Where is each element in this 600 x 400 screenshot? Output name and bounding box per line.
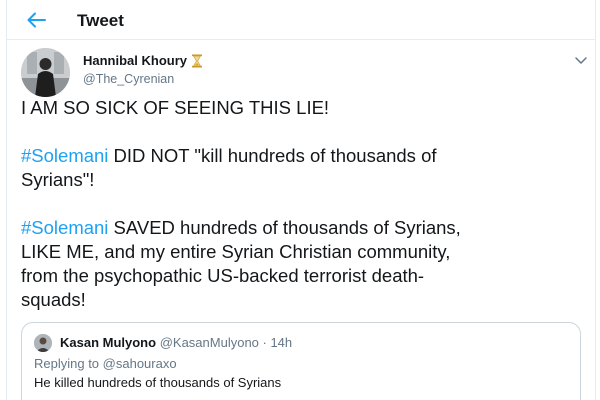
quoted-author-handle-time: @KasanMulyono · 14h (159, 335, 293, 350)
back-button[interactable] (21, 6, 51, 34)
avatar[interactable] (21, 48, 70, 97)
author-handle[interactable]: @The_Cyrenian (83, 72, 203, 86)
tweet-author: Hannibal Khoury @The_Cyrenian (83, 53, 203, 86)
tweet-line: #Solemani DID NOT "kill hundreds of thou… (21, 144, 586, 168)
avatar-image (21, 48, 70, 97)
tweet-line-text: SAVED hundreds of thousands of Syrians, (108, 217, 461, 238)
page-title: Tweet (77, 11, 124, 30)
hourglass-icon (192, 54, 203, 67)
chevron-down-icon[interactable] (573, 54, 589, 66)
quoted-author-name: Kasan Mulyono (60, 335, 157, 350)
replying-label: Replying to (34, 356, 100, 371)
tweet-line: #Solemani SAVED hundreds of thousands of… (21, 216, 586, 240)
tweet-text: I AM SO SICK OF SEEING THIS LIE! #Solema… (21, 96, 586, 312)
author-name[interactable]: Hannibal Khoury (83, 53, 187, 68)
quoted-avatar (34, 334, 52, 352)
quoted-replying-to: Replying to @sahouraxo (34, 356, 177, 371)
hashtag-link[interactable]: #Solemani (21, 217, 108, 238)
tweet-line: Syrians"! (21, 169, 95, 190)
tweet-line: LIKE ME, and my entire Syrian Christian … (21, 241, 451, 262)
arrow-left-icon (27, 12, 46, 28)
quoted-tweet-text: He killed hundreds of thousands of Syria… (34, 375, 282, 390)
tweet-header: Tweet (7, 0, 595, 40)
tweet-line: squads! (21, 289, 86, 310)
tweet-line: I AM SO SICK OF SEEING THIS LIE! (21, 97, 330, 118)
quoted-header: Kasan Mulyono @KasanMulyono · 14h (60, 335, 292, 350)
tweet-frame: Tweet Hannibal Khoury @The_Cyrenian I AM (6, 0, 596, 400)
hashtag-link[interactable]: #Solemani (21, 145, 108, 166)
tweet-line-text: DID NOT "kill hundreds of thousands of (108, 145, 437, 166)
quoted-tweet[interactable]: Kasan Mulyono @KasanMulyono · 14h Replyi… (21, 322, 581, 400)
mention-link[interactable]: @sahouraxo (103, 356, 177, 371)
tweet-line: from the psychopathic US-backed terroris… (21, 265, 425, 286)
